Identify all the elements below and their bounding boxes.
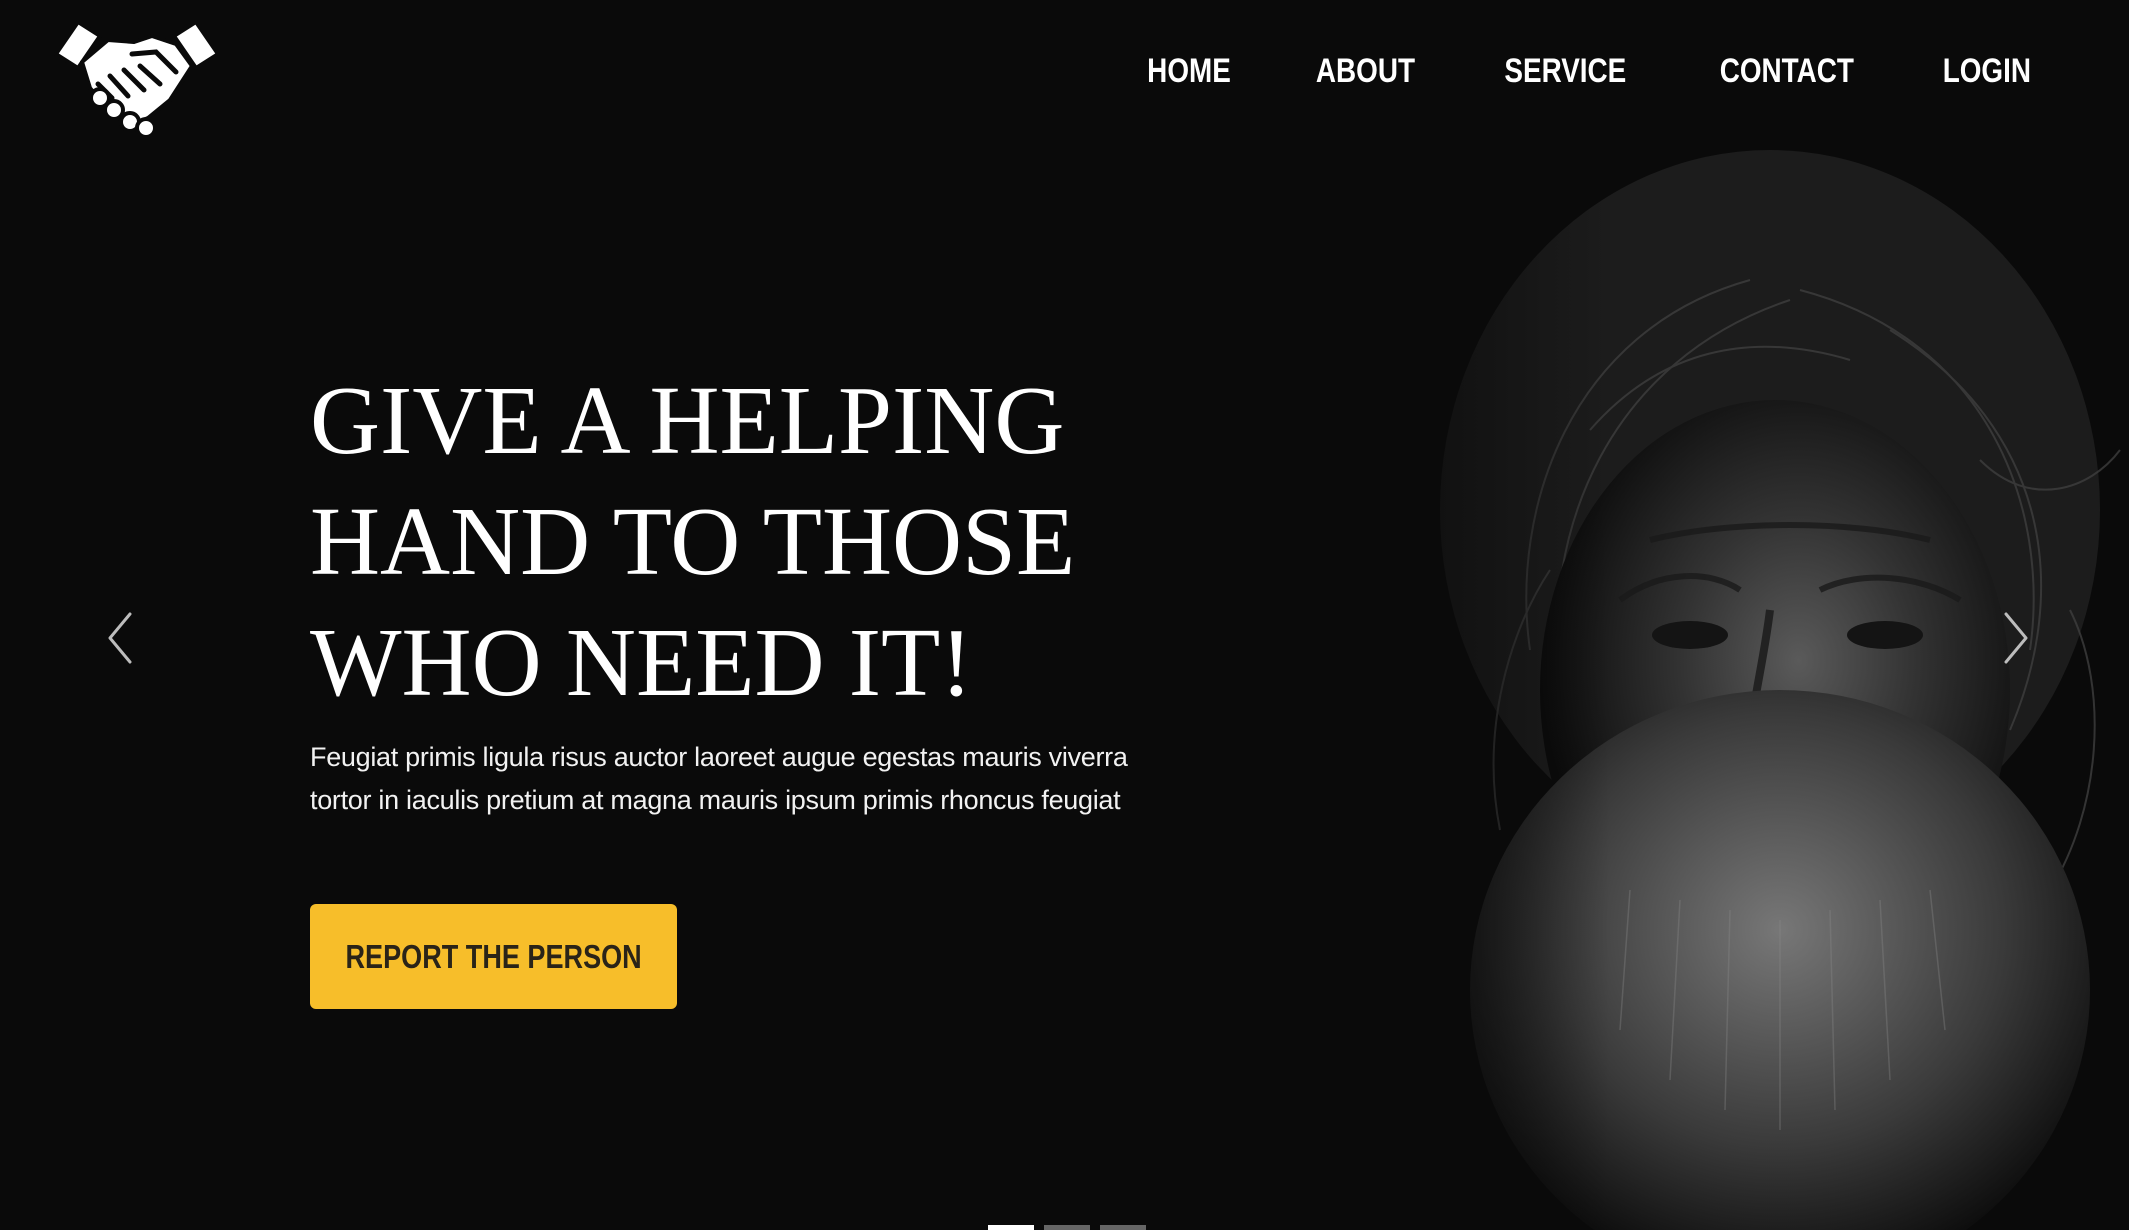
main-nav: HOME ABOUT SERVICE CONTACT LOGIN bbox=[1138, 52, 2041, 91]
nav-login[interactable]: LOGIN bbox=[1943, 52, 2031, 91]
nav-about[interactable]: ABOUT bbox=[1316, 52, 1415, 91]
report-person-button-label: REPORT THE PERSON bbox=[345, 937, 642, 975]
carousel-indicators bbox=[988, 1225, 1146, 1230]
chevron-right-icon[interactable] bbox=[1996, 608, 2036, 668]
carousel-indicator-2[interactable] bbox=[1044, 1225, 1090, 1230]
carousel-indicator-3[interactable] bbox=[1100, 1225, 1146, 1230]
hero-title: GIVE A HELPING HAND TO THOSE WHO NEED IT… bbox=[310, 360, 1210, 723]
nav-service[interactable]: SERVICE bbox=[1504, 52, 1626, 91]
hero-portrait-image bbox=[1330, 130, 2129, 1230]
hero-description: Feugiat primis ligula risus auctor laore… bbox=[310, 742, 1128, 815]
hero-title-line-1: GIVE A HELPING bbox=[310, 367, 1065, 474]
nav-contact[interactable]: CONTACT bbox=[1719, 52, 1853, 91]
chevron-left-icon[interactable] bbox=[100, 608, 140, 668]
nav-home[interactable]: HOME bbox=[1147, 52, 1231, 91]
hero-title-line-2: HAND TO THOSE bbox=[310, 488, 1076, 595]
hero-title-line-3: WHO NEED IT! bbox=[310, 609, 973, 716]
hero-page: HOME ABOUT SERVICE CONTACT LOGIN GIVE A … bbox=[0, 0, 2129, 1230]
handshake-icon[interactable] bbox=[52, 14, 222, 144]
report-person-button[interactable]: REPORT THE PERSON bbox=[310, 904, 677, 1009]
carousel-indicator-1[interactable] bbox=[988, 1225, 1034, 1230]
